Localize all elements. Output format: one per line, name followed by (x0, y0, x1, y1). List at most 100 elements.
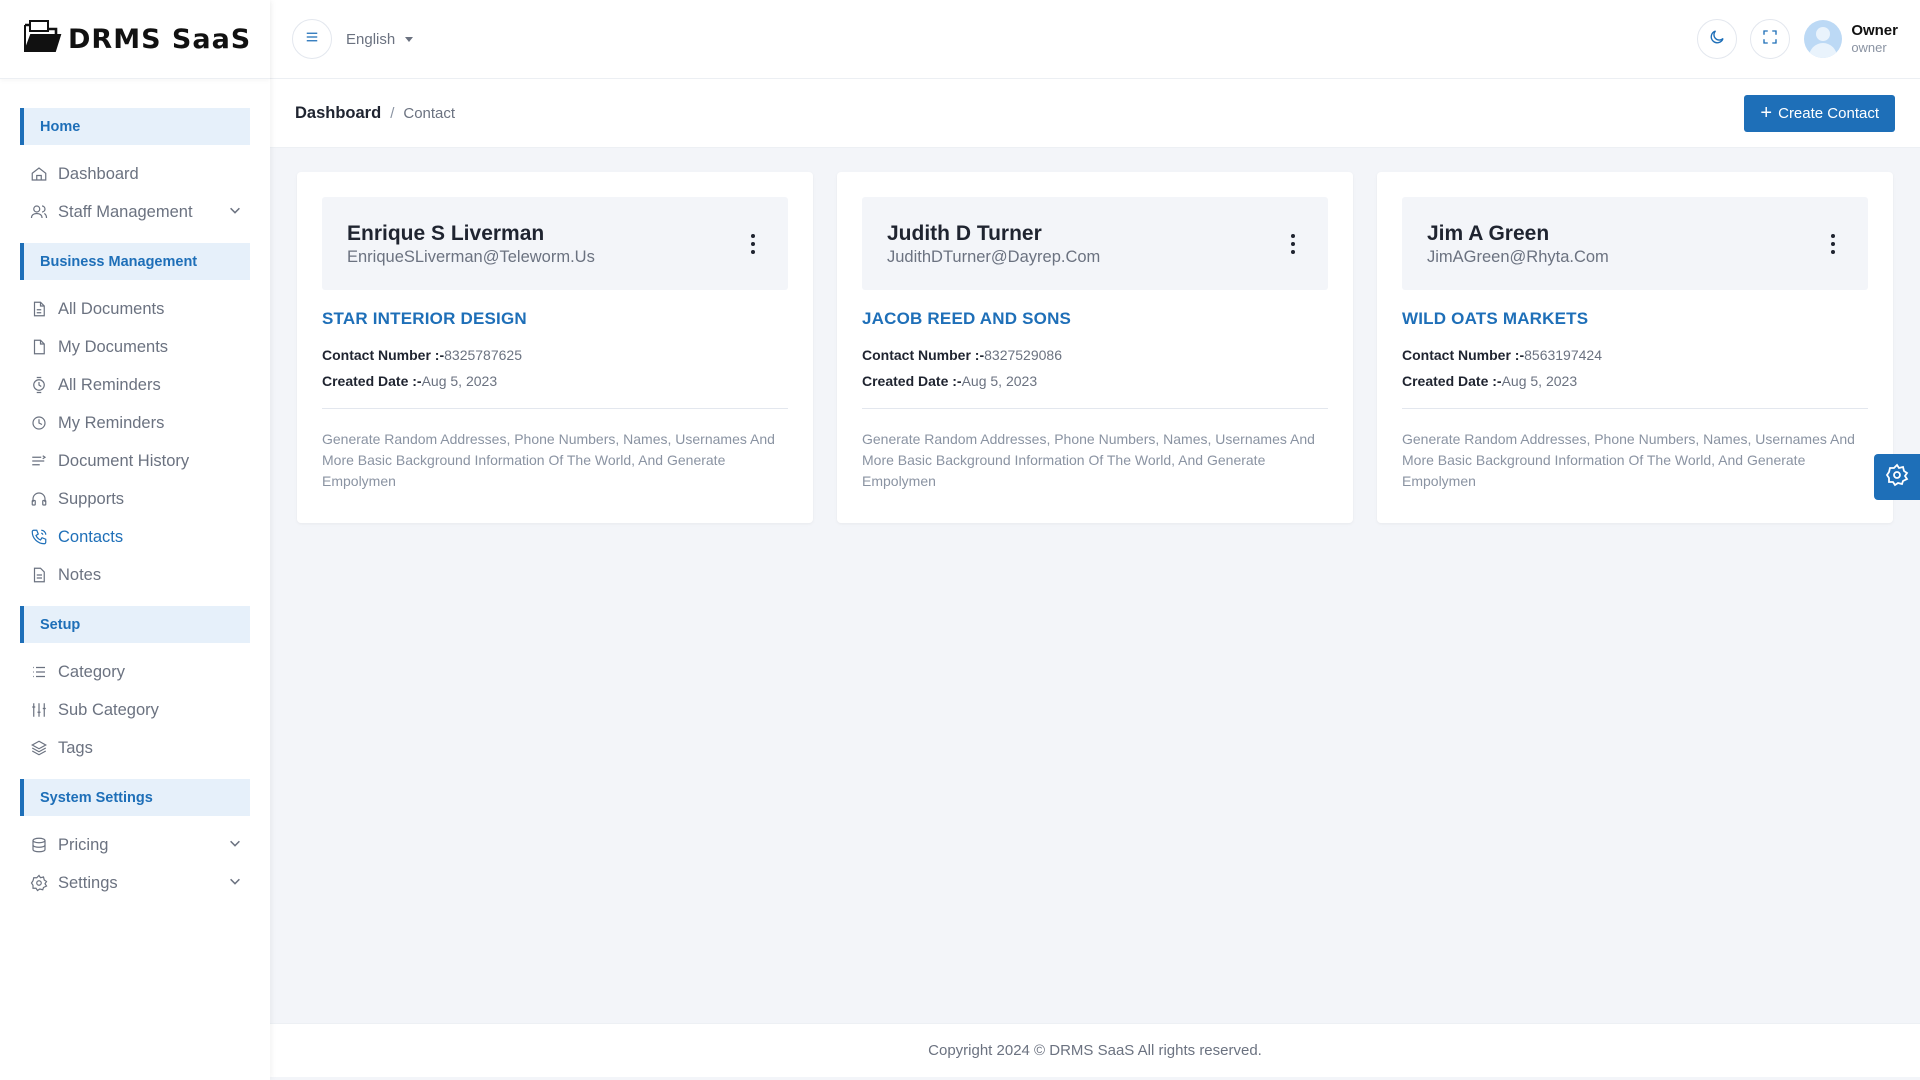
create-contact-button[interactable]: + Create Contact (1744, 95, 1895, 132)
contact-meta: Contact Number :-8325787625 Created Date… (322, 342, 788, 394)
contact-email: JudithDTurner@Dayrep.Com (887, 248, 1303, 267)
sidebar-item-my-reminders[interactable]: My Reminders (0, 404, 270, 442)
theme-settings-button[interactable] (1874, 454, 1920, 500)
sidebar-item-tags[interactable]: Tags (0, 729, 270, 767)
sidebar-item-pricing[interactable]: Pricing (0, 826, 270, 864)
contact-number: 8325787625 (444, 347, 522, 363)
contact-meta: Contact Number :-8563197424 Created Date… (1402, 342, 1868, 394)
user-role: owner (1851, 40, 1898, 57)
sidebar-item-all-documents[interactable]: All Documents (0, 290, 270, 328)
more-options-icon[interactable] (1830, 234, 1836, 254)
contact-card-header: Judith D Turner JudithDTurner@Dayrep.Com (862, 197, 1328, 290)
created-date: Aug 5, 2023 (1502, 373, 1578, 389)
section-business-management[interactable]: Business Management (20, 243, 250, 280)
contact-email: JimAGreen@Rhyta.Com (1427, 248, 1843, 267)
avatar[interactable] (1804, 20, 1842, 58)
contact-card-header: Jim A Green JimAGreen@Rhyta.Com (1402, 197, 1868, 290)
fullscreen-button[interactable] (1750, 19, 1790, 59)
user-name: Owner (1851, 21, 1898, 41)
language-select[interactable]: English (346, 31, 413, 48)
sidebar-item-dashboard[interactable]: Dashboard (0, 155, 270, 193)
more-options-icon[interactable] (1290, 234, 1296, 254)
sidebar-item-category[interactable]: Category (0, 653, 270, 691)
create-contact-label: Create Contact (1778, 105, 1879, 122)
contact-number-label: Contact Number :- (1402, 347, 1524, 363)
sidebar-item-document-history[interactable]: Document History (0, 442, 270, 480)
headphones-icon (30, 490, 48, 508)
contact-name: Jim A Green (1427, 222, 1843, 246)
clock-icon (30, 414, 48, 432)
gear-icon (30, 874, 48, 892)
breadcrumb-bar: Dashboard / Contact + Create Contact (270, 79, 1920, 148)
caret-down-icon (405, 37, 413, 42)
contact-description: Generate Random Addresses, Phone Numbers… (322, 429, 788, 492)
created-date-label: Created Date :- (862, 373, 962, 389)
database-icon (30, 836, 48, 854)
sidebar-item-all-reminders[interactable]: All Reminders (0, 366, 270, 404)
contact-card: Enrique S Liverman EnriqueSLiverman@Tele… (297, 172, 813, 523)
contact-company: JACOB REED AND SONS (862, 309, 1328, 329)
sidebar-item-supports[interactable]: Supports (0, 480, 270, 518)
chevron-down-icon (228, 836, 242, 855)
sidebar-nav: Home Dashboard Staff Management Business… (0, 79, 270, 902)
chevron-down-icon (228, 874, 242, 893)
menu-toggle-button[interactable] (292, 19, 332, 59)
list-icon (30, 663, 48, 681)
contact-company: WILD OATS MARKETS (1402, 309, 1868, 329)
language-label: English (346, 31, 395, 48)
more-options-icon[interactable] (750, 234, 756, 254)
chevron-down-icon (228, 203, 242, 222)
sidebar-item-my-documents[interactable]: My Documents (0, 328, 270, 366)
sidebar-item-staff-management[interactable]: Staff Management (0, 193, 270, 231)
contact-number-label: Contact Number :- (862, 347, 984, 363)
section-home[interactable]: Home (20, 108, 250, 145)
contact-email: EnriqueSLiverman@Teleworm.Us (347, 248, 763, 267)
sidebar-item-sub-category[interactable]: Sub Category (0, 691, 270, 729)
contact-meta: Contact Number :-8327529086 Created Date… (862, 342, 1328, 394)
breadcrumb-dashboard[interactable]: Dashboard (295, 104, 381, 123)
topbar: English Owner owner (270, 0, 1920, 79)
contact-number: 8327529086 (984, 347, 1062, 363)
created-date-label: Created Date :- (1402, 373, 1502, 389)
home-icon (30, 165, 48, 183)
brand-name: DRMS SaaS (68, 24, 251, 55)
clock-icon (30, 376, 48, 394)
contact-card: Jim A Green JimAGreen@Rhyta.Com WILD OAT… (1377, 172, 1893, 523)
sidebar-item-contacts[interactable]: Contacts (0, 518, 270, 556)
moon-icon (1708, 28, 1726, 51)
created-date-label: Created Date :- (322, 373, 422, 389)
phone-icon (30, 528, 48, 546)
plus-icon: + (1760, 103, 1772, 123)
section-setup[interactable]: Setup (20, 606, 250, 643)
sidebar-item-notes[interactable]: Notes (0, 556, 270, 594)
copyright-text: Copyright 2024 © DRMS SaaS All rights re… (928, 1042, 1262, 1059)
created-date: Aug 5, 2023 (422, 373, 498, 389)
layers-icon (30, 739, 48, 757)
contact-name: Enrique S Liverman (347, 222, 763, 246)
file-icon (30, 300, 48, 318)
brand[interactable]: DRMS SaaS (0, 0, 270, 79)
folder-open-icon (22, 19, 68, 60)
contact-company: STAR INTERIOR DESIGN (322, 309, 788, 329)
hamburger-icon (303, 28, 321, 51)
history-icon (30, 452, 48, 470)
contact-number-label: Contact Number :- (322, 347, 444, 363)
divider (1402, 408, 1868, 409)
breadcrumb-current: Contact (403, 105, 455, 122)
contact-description: Generate Random Addresses, Phone Numbers… (1402, 429, 1868, 492)
sliders-icon (30, 701, 48, 719)
user-menu[interactable]: Owner owner (1851, 21, 1898, 57)
breadcrumb-separator: / (390, 105, 394, 122)
file-icon (30, 338, 48, 356)
contact-number: 8563197424 (1524, 347, 1602, 363)
gear-icon (1885, 463, 1909, 492)
contact-description: Generate Random Addresses, Phone Numbers… (862, 429, 1328, 492)
dark-mode-button[interactable] (1697, 19, 1737, 59)
users-icon (30, 203, 48, 221)
note-icon (30, 566, 48, 584)
section-system-settings[interactable]: System Settings (20, 779, 250, 816)
contact-cards: Enrique S Liverman EnriqueSLiverman@Tele… (297, 172, 1893, 523)
sidebar-item-settings[interactable]: Settings (0, 864, 270, 902)
sidebar: DRMS SaaS Home Dashboard Staff Managemen… (0, 0, 270, 1080)
divider (862, 408, 1328, 409)
